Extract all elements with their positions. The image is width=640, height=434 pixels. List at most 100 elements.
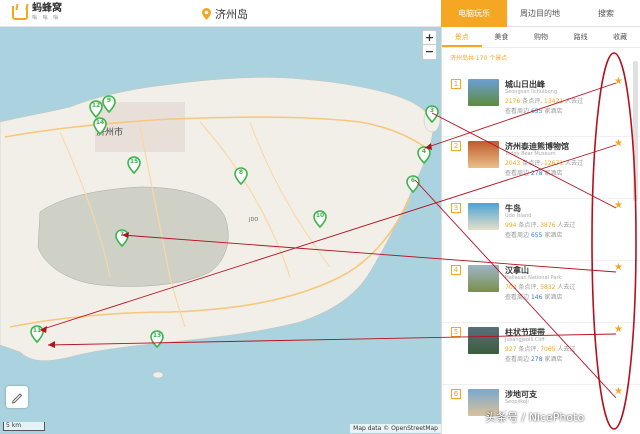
pencil-icon xyxy=(11,393,23,404)
logo-text: 蚂蜂窝 xyxy=(32,3,62,14)
nearby-prefix: 查看周边 xyxy=(505,232,530,239)
hotel-unit: 家酒店 xyxy=(544,170,563,177)
map-marker[interactable]: 14 xyxy=(93,117,107,135)
marker-number: 7 xyxy=(119,231,125,238)
marker-number: 11 xyxy=(32,327,42,334)
map-marker[interactable]: 15 xyxy=(127,156,141,174)
rank-badge: 2 xyxy=(451,141,461,151)
list-item[interactable]: 4 汉拿山 Hallasan National Park 703 条点评, 5832 … xyxy=(442,261,640,323)
hotel-count[interactable]: 278 xyxy=(531,356,542,363)
top-tabs: 电脑玩乐 周边目的地 搜索 xyxy=(441,0,639,27)
nearby-prefix: 查看周边 xyxy=(505,108,530,115)
map-view[interactable]: 济州市 JDO 3 4 6 7 8 9 10 11 12 13 14 15 + − 5 km Map … xyxy=(0,27,441,434)
visitor-unit: 人去过 xyxy=(557,284,576,291)
tab-nearby-destinations[interactable]: 周边目的地 xyxy=(507,0,573,27)
map-marker[interactable]: 7 xyxy=(115,229,129,247)
rank-badge: 5 xyxy=(451,327,461,337)
marker-number: 8 xyxy=(238,169,244,176)
marker-number: 14 xyxy=(95,119,105,126)
list-item[interactable]: 3 牛岛 Udo Island 994 条点评, 3876 人去过 查看周边 655 家… xyxy=(442,199,640,261)
attraction-english-name: Seopjikoji xyxy=(505,399,529,405)
attraction-thumbnail[interactable] xyxy=(468,265,499,292)
visitor-count: 5832 xyxy=(540,284,556,291)
location-selector[interactable]: 济州岛 xyxy=(202,6,248,22)
hotel-unit: 家酒店 xyxy=(544,356,563,363)
nearby-prefix: 查看周边 xyxy=(505,294,530,301)
map-canvas: 济州市 JDO xyxy=(0,77,441,379)
tab-search[interactable]: 搜索 xyxy=(573,0,639,27)
map-marker[interactable]: 6 xyxy=(406,175,420,193)
favorite-star-icon[interactable]: ★ xyxy=(614,324,623,335)
edit-button[interactable] xyxy=(6,386,28,408)
logo[interactable]: 蚂蜂窝 嗡 嗡 嗡 xyxy=(12,4,62,21)
visitor-count: 7065 xyxy=(540,346,556,353)
tab-routes[interactable]: 路线 xyxy=(561,27,601,47)
attraction-english-name: Teddy Bear Museum xyxy=(505,151,556,157)
map-marker[interactable]: 9 xyxy=(102,95,116,113)
category-tabs: 景点 美食 购物 路线 收藏 xyxy=(442,27,640,48)
map-marker[interactable]: 13 xyxy=(150,330,164,348)
zoom-in-button[interactable]: + xyxy=(423,31,436,45)
hotel-count[interactable]: 146 xyxy=(531,294,542,301)
attraction-english-name: Seongsan Ilchulbong xyxy=(505,89,557,95)
attraction-stats: 703 条点评, 5832 人去过 xyxy=(505,284,576,291)
map-marker[interactable]: 8 xyxy=(234,167,248,185)
favorite-star-icon[interactable]: ★ xyxy=(614,200,623,211)
attraction-thumbnail[interactable] xyxy=(468,79,499,106)
review-count[interactable]: 2043 xyxy=(505,160,520,167)
nearby-prefix: 查看周边 xyxy=(505,170,530,177)
favorite-star-icon[interactable]: ★ xyxy=(614,138,623,149)
review-count[interactable]: 2176 xyxy=(505,98,520,105)
rank-badge: 1 xyxy=(451,79,461,89)
review-count[interactable]: 927 xyxy=(505,346,516,353)
hotel-count[interactable]: 655 xyxy=(531,108,542,115)
visitor-count: 13421 xyxy=(544,98,564,105)
zoom-out-button[interactable]: − xyxy=(423,45,436,59)
nearby-hotels[interactable]: 查看周边 655 家酒店 xyxy=(505,230,562,239)
list-item[interactable]: 1 城山日出峰 Seongsan Ilchulbong 2176 条点评, 13421… xyxy=(442,75,640,137)
review-unit: 条点评 xyxy=(518,222,537,229)
attraction-stats: 994 条点评, 3876 人去过 xyxy=(505,222,576,229)
tab-attractions[interactable]: 景点 xyxy=(442,27,482,47)
top-header: 蚂蜂窝 嗡 嗡 嗡 济州岛 电脑玩乐 周边目的地 搜索 xyxy=(0,0,640,27)
rank-badge: 3 xyxy=(451,203,461,213)
map-marker[interactable]: 11 xyxy=(30,325,44,343)
attraction-english-name: Udo Island xyxy=(505,213,532,219)
panel-scrollbar[interactable] xyxy=(633,61,638,201)
list-item[interactable]: 2 济州泰迪熊博物馆 Teddy Bear Museum 2043 条点评, 1267… xyxy=(442,137,640,199)
favorite-star-icon[interactable]: ★ xyxy=(614,386,623,397)
attraction-thumbnail[interactable] xyxy=(468,141,499,168)
attraction-thumbnail[interactable] xyxy=(468,203,499,230)
favorite-star-icon[interactable]: ★ xyxy=(614,76,623,87)
attraction-stats: 2043 条点评, 12671 人去过 xyxy=(505,160,584,167)
visitor-unit: 人去过 xyxy=(565,160,584,167)
tab-favorites[interactable]: 收藏 xyxy=(600,27,640,47)
attraction-thumbnail[interactable] xyxy=(468,327,499,354)
marker-number: 13 xyxy=(152,332,162,339)
map-attribution: Map data © OpenStreetMap xyxy=(350,424,441,433)
rank-badge: 4 xyxy=(451,265,461,275)
tab-shopping[interactable]: 购物 xyxy=(521,27,561,47)
review-count[interactable]: 994 xyxy=(505,222,516,229)
visitor-count: 3876 xyxy=(540,222,556,229)
marker-number: 15 xyxy=(129,158,139,165)
nearby-hotels[interactable]: 查看周边 278 家酒店 xyxy=(505,168,562,177)
tab-food[interactable]: 美食 xyxy=(482,27,522,47)
rank-badge: 6 xyxy=(451,389,461,399)
favorite-star-icon[interactable]: ★ xyxy=(614,262,623,273)
map-marker[interactable]: 12 xyxy=(89,100,103,118)
list-item[interactable]: 5 柱状节理带 Jusangjeolli Cliff 927 条点评, 7065 人去… xyxy=(442,323,640,385)
nearby-hotels[interactable]: 查看周边 278 家酒店 xyxy=(505,354,562,363)
visitor-unit: 人去过 xyxy=(565,98,584,105)
review-unit: 条点评 xyxy=(522,160,541,167)
nearby-hotels[interactable]: 查看周边 146 家酒店 xyxy=(505,292,562,301)
map-marker[interactable]: 3 xyxy=(425,105,439,123)
hotel-count[interactable]: 278 xyxy=(531,170,542,177)
review-count[interactable]: 703 xyxy=(505,284,516,291)
map-marker[interactable]: 10 xyxy=(313,210,327,228)
tab-fun[interactable]: 电脑玩乐 xyxy=(441,0,507,27)
hotel-count[interactable]: 655 xyxy=(531,232,542,239)
map-marker[interactable]: 4 xyxy=(417,146,431,164)
nearby-hotels[interactable]: 查看周边 655 家酒店 xyxy=(505,106,562,115)
hotel-unit: 家酒店 xyxy=(544,108,563,115)
